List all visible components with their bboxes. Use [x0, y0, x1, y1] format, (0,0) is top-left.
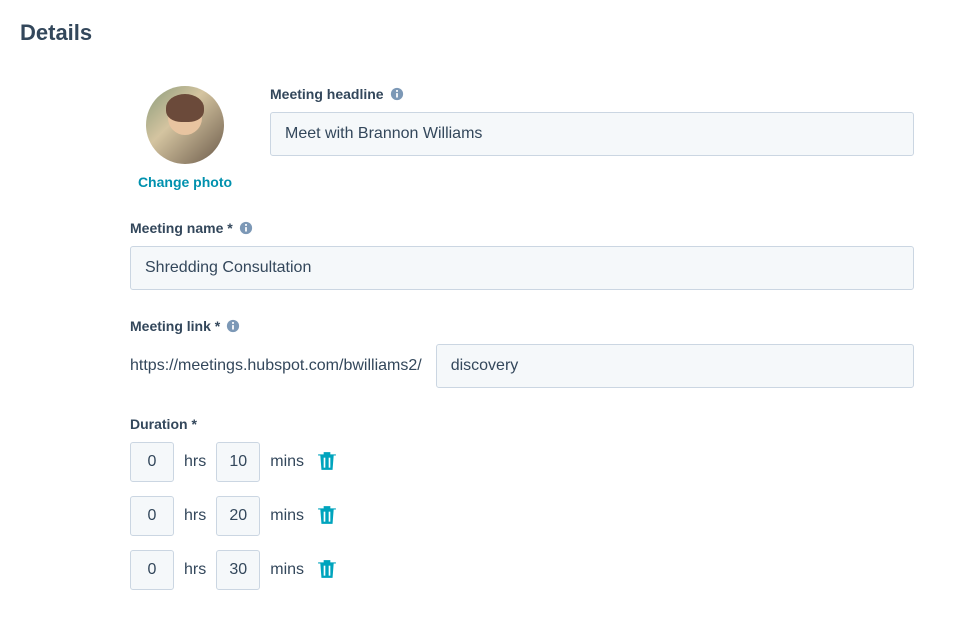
headline-label: Meeting headline: [270, 86, 914, 102]
mins-label: mins: [270, 561, 304, 579]
meeting-name-label: Meeting name *: [130, 220, 914, 236]
meeting-name-label-text: Meeting name *: [130, 220, 233, 236]
details-form: Change photo Meeting headline Meeting na…: [20, 86, 954, 590]
headline-field: Meeting headline: [270, 86, 914, 156]
hrs-label: hrs: [184, 561, 206, 579]
duration-mins-input[interactable]: [216, 496, 260, 536]
duration-hrs-input[interactable]: [130, 550, 174, 590]
trash-icon: [318, 505, 336, 528]
duration-field: Duration * hrs mins hrs mins: [130, 416, 914, 590]
meeting-link-label-text: Meeting link *: [130, 318, 220, 334]
info-icon[interactable]: [226, 319, 240, 333]
info-icon[interactable]: [390, 87, 404, 101]
headline-label-text: Meeting headline: [270, 86, 384, 102]
duration-hrs-input[interactable]: [130, 442, 174, 482]
trash-icon: [318, 559, 336, 582]
change-photo-link[interactable]: Change photo: [138, 174, 232, 190]
meeting-headline-input[interactable]: [270, 112, 914, 156]
mins-label: mins: [270, 507, 304, 525]
meeting-link-label: Meeting link *: [130, 318, 914, 334]
delete-duration-button[interactable]: [314, 501, 340, 532]
duration-row: hrs mins: [130, 442, 914, 482]
duration-row: hrs mins: [130, 496, 914, 536]
trash-icon: [318, 451, 336, 474]
duration-label: Duration *: [130, 416, 914, 432]
meeting-link-prefix: https://meetings.hubspot.com/bwilliams2/: [130, 357, 422, 375]
hrs-label: hrs: [184, 453, 206, 471]
duration-label-text: Duration *: [130, 416, 197, 432]
page-title: Details: [20, 20, 954, 46]
delete-duration-button[interactable]: [314, 555, 340, 586]
delete-duration-button[interactable]: [314, 447, 340, 478]
meeting-name-input[interactable]: [130, 246, 914, 290]
meeting-name-field: Meeting name *: [130, 220, 914, 290]
avatar: [146, 86, 224, 164]
meeting-link-field: Meeting link * https://meetings.hubspot.…: [130, 318, 914, 388]
headline-row: Change photo Meeting headline: [130, 86, 914, 190]
duration-mins-input[interactable]: [216, 442, 260, 482]
meeting-link-input[interactable]: [436, 344, 914, 388]
meeting-link-row: https://meetings.hubspot.com/bwilliams2/: [130, 344, 914, 388]
info-icon[interactable]: [239, 221, 253, 235]
mins-label: mins: [270, 453, 304, 471]
duration-row: hrs mins: [130, 550, 914, 590]
duration-mins-input[interactable]: [216, 550, 260, 590]
hrs-label: hrs: [184, 507, 206, 525]
duration-hrs-input[interactable]: [130, 496, 174, 536]
photo-column: Change photo: [130, 86, 240, 190]
